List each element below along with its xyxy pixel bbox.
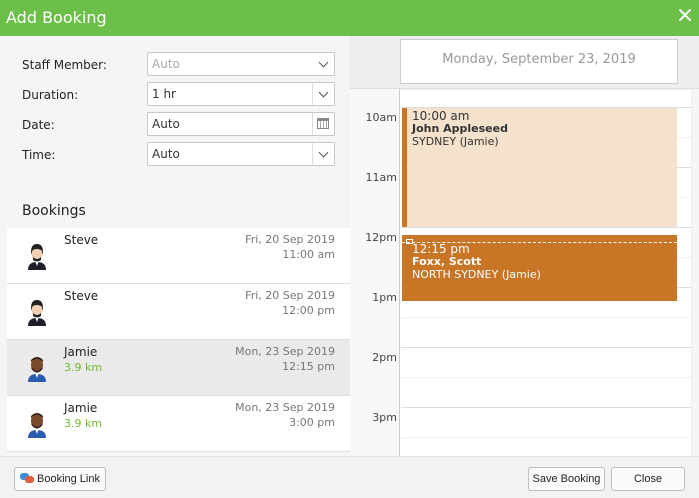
booking-link-label: Booking Link <box>37 473 100 485</box>
booking-date: Mon, 23 Sep 2019 <box>235 345 335 358</box>
day-calendar: Monday, September 23, 2019 10am 11am 12p… <box>350 36 699 456</box>
staff-member-label: Staff Member: <box>22 58 107 72</box>
hour-label: 10am <box>365 111 397 124</box>
booking-staff-name: Steve <box>64 289 99 303</box>
person-avatar-icon <box>28 244 46 270</box>
hour-label: 12pm <box>365 231 397 244</box>
event-location: SYDNEY (Jamie) <box>412 135 499 148</box>
time-value: Auto <box>152 147 180 161</box>
date-field[interactable]: Auto <box>147 112 335 136</box>
booking-staff-name: Steve <box>64 233 99 247</box>
time-select[interactable]: Auto <box>147 142 335 166</box>
booking-distance: 3.9 km <box>64 417 103 430</box>
grid-line <box>401 317 691 318</box>
person-avatar-icon <box>28 413 46 438</box>
grid-line <box>401 407 691 408</box>
person-avatar-icon <box>28 357 46 382</box>
date-value: Auto <box>152 117 180 131</box>
grid-line <box>401 437 691 438</box>
time-label: Time: <box>22 148 56 162</box>
grid-line <box>401 377 691 378</box>
calendar-event-new-booking[interactable]: 12:15 pm Foxx, Scott NORTH SYDNEY (Jamie… <box>402 235 677 301</box>
event-time: 10:00 am <box>412 109 470 123</box>
chevron-down-icon <box>318 87 329 98</box>
bookings-list: Steve Fri, 20 Sep 2019 11:00 am Steve Fr… <box>7 228 350 456</box>
staff-member-dropdown-button[interactable] <box>312 53 334 75</box>
event-location: NORTH SYDNEY (Jamie) <box>412 268 541 281</box>
booking-time: 12:00 pm <box>282 304 335 317</box>
booking-distance: 3.9 km <box>64 361 103 374</box>
chat-bubbles-icon <box>20 473 34 483</box>
booking-staff-name: Jamie <box>64 345 98 359</box>
booking-date: Fri, 20 Sep 2019 <box>245 233 335 246</box>
person-avatar-icon <box>28 300 46 326</box>
event-client-name: John Appleseed <box>412 122 508 135</box>
footer-bar: Booking Link Save Booking Close <box>0 456 699 498</box>
bookings-heading: Bookings <box>22 203 86 219</box>
time-dropdown-button[interactable] <box>312 143 334 165</box>
duration-value: 1 hr <box>152 87 176 101</box>
duration-label: Duration: <box>22 88 79 102</box>
grid-line <box>401 227 691 228</box>
booking-date: Mon, 23 Sep 2019 <box>235 401 335 414</box>
staff-member-value: Auto <box>152 57 180 71</box>
time-axis: 10am 11am 12pm 1pm 2pm 3pm <box>350 89 400 456</box>
calendar-day-header: Monday, September 23, 2019 <box>400 39 678 84</box>
calendar-header-bar: Monday, September 23, 2019 <box>350 36 699 89</box>
hour-label: 1pm <box>372 291 397 304</box>
date-picker-button[interactable] <box>312 113 334 135</box>
staff-member-select[interactable]: Auto <box>147 52 335 76</box>
calendar-scrollbar[interactable] <box>691 89 699 456</box>
booking-date: Fri, 20 Sep 2019 <box>245 289 335 302</box>
close-button[interactable]: Close <box>611 467 685 491</box>
calendar-event[interactable]: 10:00 am John Appleseed SYDNEY (Jamie) <box>402 108 677 227</box>
duration-dropdown-button[interactable] <box>312 83 334 105</box>
window-title: Add Booking <box>6 8 107 27</box>
chevron-down-icon <box>318 57 329 68</box>
grid-line <box>401 347 691 348</box>
booking-list-item-selected[interactable]: Jamie 3.9 km Mon, 23 Sep 2019 12:15 pm <box>7 340 350 396</box>
hour-label: 3pm <box>372 411 397 424</box>
hour-label: 11am <box>365 171 397 184</box>
booking-list-item[interactable]: Steve Fri, 20 Sep 2019 11:00 am <box>7 228 350 284</box>
calendar-icon <box>317 118 329 129</box>
booking-link-button[interactable]: Booking Link <box>14 467 106 491</box>
chevron-down-icon <box>318 147 329 158</box>
booking-time: 12:15 pm <box>282 360 335 373</box>
booking-form-panel: Staff Member: Auto Duration: 1 hr Date: … <box>0 36 350 456</box>
title-bar: Add Booking <box>0 0 699 36</box>
date-label: Date: <box>22 118 55 132</box>
close-icon[interactable] <box>678 8 692 22</box>
booking-time: 3:00 pm <box>289 416 335 429</box>
booking-time: 11:00 am <box>282 248 335 261</box>
duration-select[interactable]: 1 hr <box>147 82 335 106</box>
save-booking-button[interactable]: Save Booking <box>528 467 605 491</box>
grid-line <box>401 89 691 90</box>
booking-list-item[interactable]: Steve Fri, 20 Sep 2019 12:00 pm <box>7 284 350 340</box>
booking-list-item[interactable]: Jamie 3.9 km Mon, 23 Sep 2019 3:00 pm <box>7 396 350 452</box>
booking-staff-name: Jamie <box>64 401 98 415</box>
hour-label: 2pm <box>372 351 397 364</box>
event-client-name: Foxx, Scott <box>412 255 482 268</box>
event-time: 12:15 pm <box>412 242 470 256</box>
